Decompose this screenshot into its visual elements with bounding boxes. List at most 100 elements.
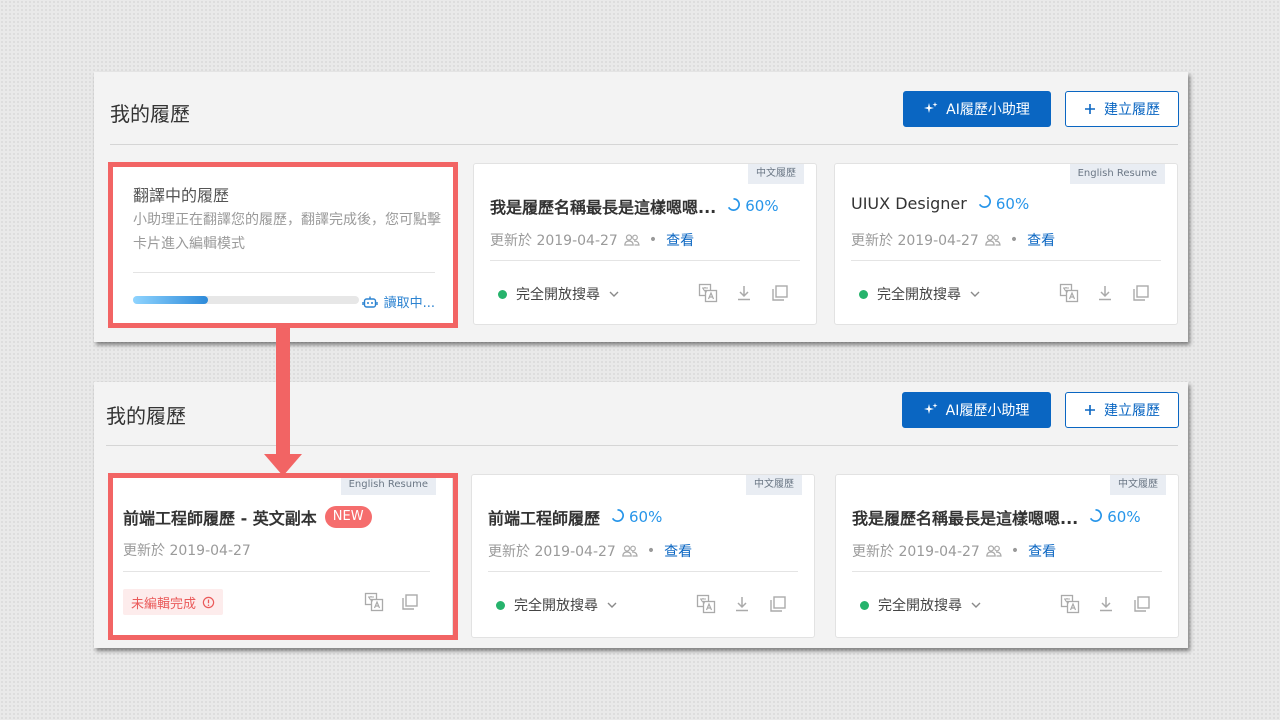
resume-title[interactable]: 前端工程師履歷 - 英文副本 NEW bbox=[123, 505, 372, 529]
create-resume-button[interactable]: 建立履歷 bbox=[1065, 392, 1179, 428]
meta-separator: • bbox=[1009, 232, 1019, 248]
resume-card[interactable]: 中文履歷 前端工程師履歷 60% 更新於 2019-04-27 • 查看 完全開… bbox=[471, 474, 815, 638]
download-icon[interactable] bbox=[730, 592, 754, 616]
alert-circle-icon bbox=[202, 596, 215, 609]
card-divider bbox=[852, 571, 1162, 572]
translating-card-title: 翻譯中的履歷 bbox=[133, 186, 230, 205]
download-icon[interactable] bbox=[1094, 592, 1118, 616]
view-link[interactable]: 查看 bbox=[1027, 230, 1055, 250]
people-icon bbox=[623, 234, 640, 246]
resume-meta: 更新於 2019-04-27 • 查看 bbox=[490, 230, 694, 250]
search-visibility-label: 完全開放搜尋 bbox=[514, 598, 598, 614]
copy-icon[interactable] bbox=[1129, 281, 1153, 305]
updated-date: 更新於 2019-04-27 bbox=[851, 233, 979, 249]
meta-separator: • bbox=[1010, 543, 1020, 559]
completion-percent-value: 60% bbox=[629, 508, 663, 526]
download-icon[interactable] bbox=[732, 281, 756, 305]
copy-icon[interactable] bbox=[768, 281, 792, 305]
flow-arrow bbox=[264, 326, 302, 476]
download-icon[interactable] bbox=[1093, 281, 1117, 305]
search-visibility-dropdown[interactable]: 完全開放搜尋 bbox=[496, 595, 617, 615]
search-visibility-dropdown[interactable]: 完全開放搜尋 bbox=[860, 595, 981, 615]
resume-title[interactable]: 我是履歷名稱最長是這樣嗯嗯... 60% bbox=[490, 194, 779, 218]
translate-icon[interactable] bbox=[694, 592, 718, 616]
translate-icon[interactable] bbox=[362, 590, 386, 614]
ai-assistant-button[interactable]: AI履歷小助理 bbox=[903, 91, 1051, 127]
language-tag: 中文履歷 bbox=[746, 475, 802, 495]
unfinished-label: 未編輯完成 bbox=[131, 596, 197, 612]
translating-card-description: 小助理正在翻譯您的履歷，翻譯完成後，您可點擊卡片進入編輯模式 bbox=[133, 212, 441, 252]
card-divider bbox=[490, 260, 800, 261]
view-link[interactable]: 查看 bbox=[1028, 541, 1056, 561]
completion-percent-value: 60% bbox=[745, 197, 779, 215]
resume-meta: 更新於 2019-04-27 • 查看 bbox=[488, 541, 692, 561]
resume-panel-before: 我的履歷 AI履歷小助理 建立履歷 翻譯中的履歷 小助理正在翻譯您的履歷，翻譯完… bbox=[94, 72, 1188, 342]
completion-percent: 60% bbox=[977, 194, 1029, 213]
sparkle-icon bbox=[923, 403, 938, 417]
view-link[interactable]: 查看 bbox=[666, 230, 694, 250]
completion-percent-value: 60% bbox=[995, 194, 1030, 213]
card-divider bbox=[133, 272, 435, 273]
spinner-icon bbox=[610, 508, 625, 527]
chevron-down-icon bbox=[971, 602, 981, 608]
translate-icon[interactable] bbox=[1057, 281, 1081, 305]
resume-meta: 更新於 2019-04-27 • 查看 bbox=[851, 230, 1055, 250]
completion-percent: 60% bbox=[726, 197, 779, 216]
copy-icon[interactable] bbox=[398, 590, 422, 614]
status-dot bbox=[859, 289, 868, 299]
translate-icon[interactable] bbox=[1058, 592, 1082, 616]
ai-assistant-button[interactable]: AI履歷小助理 bbox=[902, 392, 1051, 428]
search-visibility-dropdown[interactable]: 完全開放搜尋 bbox=[498, 284, 619, 304]
new-english-resume-card[interactable]: English Resume 前端工程師履歷 - 英文副本 NEW 更新於 20… bbox=[108, 474, 453, 638]
resume-panel-after: 我的履歷 AI履歷小助理 建立履歷 English Resume 前端工程師履歷… bbox=[94, 382, 1188, 648]
robot-icon bbox=[361, 294, 378, 310]
card-actions bbox=[362, 590, 422, 614]
copy-icon[interactable] bbox=[766, 592, 790, 616]
resume-title-text: 前端工程師履歷 - 英文副本 bbox=[123, 509, 317, 528]
updated-date: 更新於 2019-04-27 bbox=[852, 544, 980, 560]
search-visibility-dropdown[interactable]: 完全開放搜尋 bbox=[859, 284, 980, 304]
card-divider bbox=[123, 571, 430, 572]
sparkle-icon bbox=[924, 102, 938, 116]
chevron-down-icon bbox=[607, 602, 617, 608]
plus-icon bbox=[1084, 404, 1096, 416]
translating-resume-card[interactable]: 翻譯中的履歷 小助理正在翻譯您的履歷，翻譯完成後，您可點擊卡片進入編輯模式 讀取… bbox=[112, 163, 456, 325]
resume-title-text: 我是履歷名稱最長是這樣嗯嗯... bbox=[490, 198, 717, 217]
resume-title[interactable]: 我是履歷名稱最長是這樣嗯嗯... 60% bbox=[852, 505, 1141, 529]
language-tag: English Resume bbox=[340, 475, 436, 495]
completion-percent: 60% bbox=[610, 508, 662, 527]
reading-status-label: 讀取中... bbox=[383, 296, 435, 311]
view-link[interactable]: 查看 bbox=[664, 541, 692, 561]
completion-percent-value: 60% bbox=[1107, 508, 1141, 526]
resume-card[interactable]: English Resume UIUX Designer 60% 更新於 201… bbox=[834, 163, 1178, 325]
people-icon bbox=[984, 234, 1001, 246]
translate-icon[interactable] bbox=[696, 281, 720, 305]
language-tag: 中文履歷 bbox=[748, 164, 804, 184]
resume-title[interactable]: UIUX Designer 60% bbox=[851, 194, 1029, 213]
resume-meta: 更新於 2019-04-27 bbox=[123, 540, 251, 560]
meta-separator: • bbox=[646, 543, 656, 559]
resume-title-text: 我是履歷名稱最長是這樣嗯嗯... bbox=[852, 509, 1079, 528]
new-badge: NEW bbox=[324, 506, 372, 528]
card-actions bbox=[1057, 281, 1153, 305]
chevron-down-icon bbox=[609, 291, 619, 297]
search-visibility-label: 完全開放搜尋 bbox=[516, 287, 600, 303]
create-resume-label: 建立履歷 bbox=[1104, 403, 1160, 419]
resume-title[interactable]: 前端工程師履歷 60% bbox=[488, 505, 662, 529]
page-title: 我的履歷 bbox=[110, 102, 190, 126]
resume-card[interactable]: 中文履歷 我是履歷名稱最長是這樣嗯嗯... 60% 更新於 2019-04-27… bbox=[835, 474, 1179, 638]
card-actions bbox=[1058, 592, 1154, 616]
ai-assistant-label: AI履歷小助理 bbox=[945, 403, 1030, 419]
spinner-icon bbox=[1088, 508, 1103, 527]
create-resume-button[interactable]: 建立履歷 bbox=[1065, 91, 1179, 127]
updated-date: 更新於 2019-04-27 bbox=[490, 233, 618, 249]
copy-icon[interactable] bbox=[1130, 592, 1154, 616]
status-dot bbox=[496, 600, 505, 610]
card-actions bbox=[694, 592, 790, 616]
resume-title-text: UIUX Designer bbox=[851, 194, 967, 213]
header-divider bbox=[110, 144, 1178, 145]
card-divider bbox=[488, 571, 798, 572]
card-actions bbox=[696, 281, 792, 305]
people-icon bbox=[621, 545, 638, 557]
resume-card[interactable]: 中文履歷 我是履歷名稱最長是這樣嗯嗯... 60% 更新於 2019-04-27… bbox=[473, 163, 817, 325]
